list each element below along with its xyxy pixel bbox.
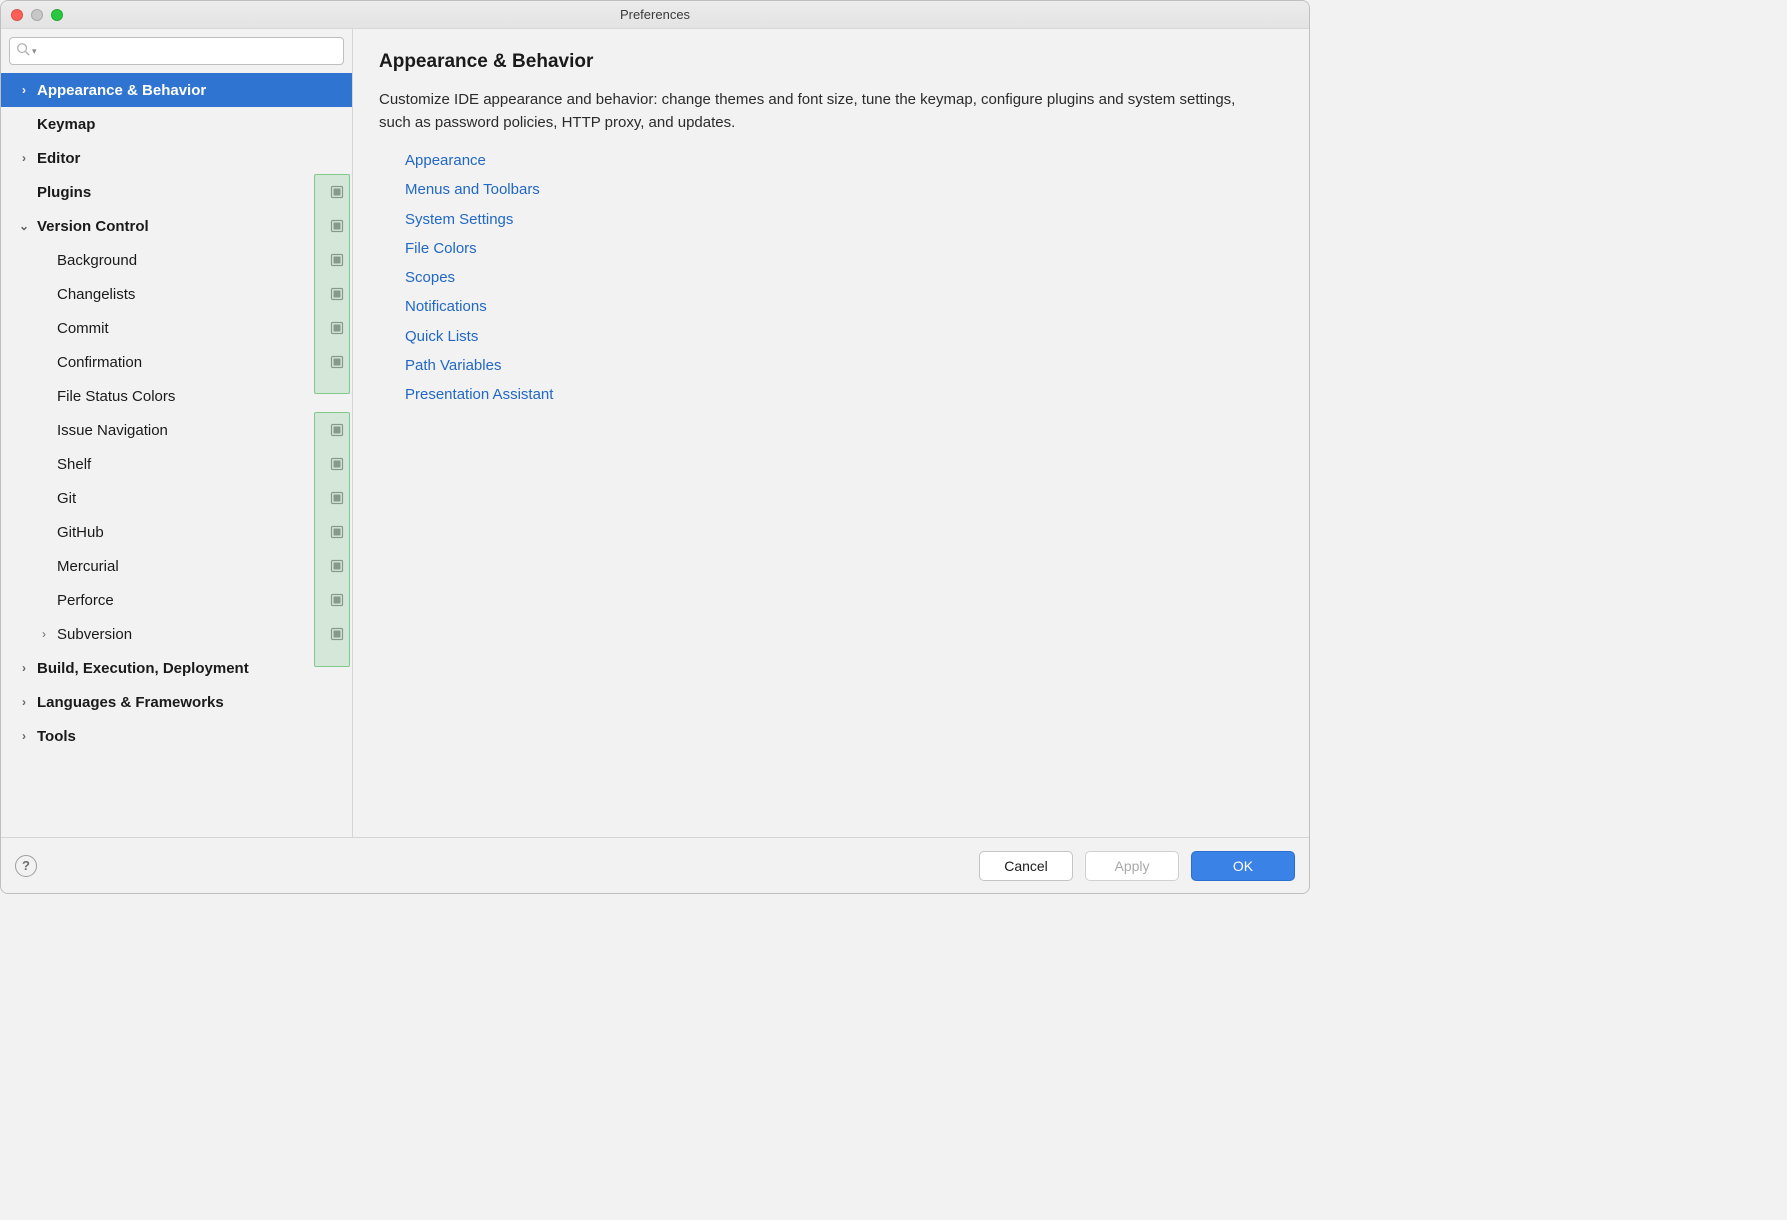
chevron-right-icon: ›: [17, 83, 31, 97]
help-icon[interactable]: ?: [15, 855, 37, 877]
page-description: Customize IDE appearance and behavior: c…: [379, 89, 1239, 134]
project-scope-icon: [330, 559, 344, 573]
tree-item[interactable]: ·Confirmation: [1, 345, 352, 379]
subpage-link[interactable]: Menus and Toolbars: [405, 175, 1283, 204]
chevron-right-icon: ›: [17, 695, 31, 709]
tree-item-label: Keymap: [37, 116, 344, 133]
chevron-right-icon: ›: [17, 729, 31, 743]
tree-item-label: Languages & Frameworks: [37, 694, 344, 711]
tree-item[interactable]: ·Perforce: [1, 583, 352, 617]
tree-item-label: Confirmation: [57, 354, 324, 371]
tree-item-label: Mercurial: [57, 558, 324, 575]
tree-item-label: Editor: [37, 150, 344, 167]
tree-item[interactable]: ·Issue Navigation: [1, 413, 352, 447]
tree-item-label: Version Control: [37, 218, 324, 235]
chevron-right-icon: ›: [17, 151, 31, 165]
maximize-icon[interactable]: [51, 9, 63, 21]
body: ▾ › Appearance & Behavior ·Keymap › Editor ·P…: [1, 29, 1309, 837]
tree-item[interactable]: ·Plugins: [1, 175, 352, 209]
tree-item-label: Tools: [37, 728, 344, 745]
tree-item[interactable]: ·Commit: [1, 311, 352, 345]
tree-item[interactable]: ·Background: [1, 243, 352, 277]
chevron-down-icon: ⌄: [17, 219, 31, 233]
titlebar: Preferences: [1, 1, 1309, 29]
tree-item-label: Perforce: [57, 592, 324, 609]
tree-item-label: Build, Execution, Deployment: [37, 660, 344, 677]
main-panel: Appearance & Behavior Customize IDE appe…: [353, 29, 1309, 837]
minimize-icon[interactable]: [31, 9, 43, 21]
ok-button[interactable]: OK: [1191, 851, 1295, 881]
project-scope-icon: [330, 253, 344, 267]
tree-item[interactable]: › Tools: [1, 719, 352, 753]
tree-item[interactable]: › Subversion: [1, 617, 352, 651]
tree-item[interactable]: ·File Status Colors: [1, 379, 352, 413]
project-scope-icon: [330, 219, 344, 233]
tree-item-label: Git: [57, 490, 324, 507]
project-scope-icon: [330, 321, 344, 335]
project-scope-icon: [330, 457, 344, 471]
subpage-link[interactable]: System Settings: [405, 205, 1283, 234]
project-scope-icon: [330, 287, 344, 301]
subpage-link[interactable]: Quick Lists: [405, 322, 1283, 351]
project-scope-icon: [330, 185, 344, 199]
cancel-button[interactable]: Cancel: [979, 851, 1073, 881]
tree-item[interactable]: ·Mercurial: [1, 549, 352, 583]
tree-item[interactable]: ·Git: [1, 481, 352, 515]
tree-item[interactable]: › Appearance & Behavior: [1, 73, 352, 107]
project-scope-icon: [330, 423, 344, 437]
tree-item-label: File Status Colors: [57, 388, 344, 405]
subpage-link[interactable]: Notifications: [405, 292, 1283, 321]
project-scope-icon: [330, 593, 344, 607]
tree-item[interactable]: ·Keymap: [1, 107, 352, 141]
tree-item[interactable]: › Languages & Frameworks: [1, 685, 352, 719]
tree-item-label: Subversion: [57, 626, 324, 643]
subpage-link[interactable]: Appearance: [405, 146, 1283, 175]
tree-item[interactable]: ·Changelists: [1, 277, 352, 311]
project-scope-icon: [330, 525, 344, 539]
subpage-link[interactable]: File Colors: [405, 234, 1283, 263]
tree-item[interactable]: ·GitHub: [1, 515, 352, 549]
sidebar: ▾ › Appearance & Behavior ·Keymap › Editor ·P…: [1, 29, 353, 837]
project-scope-icon: [330, 491, 344, 505]
tree-item-label: Background: [57, 252, 324, 269]
chevron-right-icon: ›: [17, 661, 31, 675]
tree-item-label: Plugins: [37, 184, 324, 201]
tree-item[interactable]: › Editor: [1, 141, 352, 175]
subpage-links: AppearanceMenus and ToolbarsSystem Setti…: [405, 146, 1283, 409]
tree-item-label: Shelf: [57, 456, 324, 473]
subpage-link[interactable]: Path Variables: [405, 351, 1283, 380]
tree-item-label: GitHub: [57, 524, 324, 541]
footer: ? Cancel Apply OK: [1, 837, 1309, 893]
preferences-window: Preferences ▾ › Appearance & Behavior ·Key…: [0, 0, 1310, 894]
project-scope-icon: [330, 355, 344, 369]
subpage-link[interactable]: Scopes: [405, 263, 1283, 292]
close-icon[interactable]: [11, 9, 23, 21]
tree-item-label: Commit: [57, 320, 324, 337]
window-title: Preferences: [1, 7, 1309, 22]
tree-item-label: Changelists: [57, 286, 324, 303]
search-dropdown-icon[interactable]: ▾: [32, 46, 37, 57]
tree-item-label: Appearance & Behavior: [37, 82, 344, 99]
tree-item[interactable]: › Build, Execution, Deployment: [1, 651, 352, 685]
subpage-link[interactable]: Presentation Assistant: [405, 380, 1283, 409]
tree-item-label: Issue Navigation: [57, 422, 324, 439]
settings-tree: › Appearance & Behavior ·Keymap › Editor ·Plu…: [1, 73, 352, 837]
apply-button: Apply: [1085, 851, 1179, 881]
search-icon: [16, 42, 30, 61]
tree-item[interactable]: ·Shelf: [1, 447, 352, 481]
tree-item[interactable]: ⌄ Version Control: [1, 209, 352, 243]
chevron-right-icon: ›: [37, 627, 51, 641]
project-scope-icon: [330, 627, 344, 641]
window-controls: [1, 9, 63, 21]
page-title: Appearance & Behavior: [379, 51, 1283, 73]
search-input[interactable]: [43, 44, 337, 59]
search-field[interactable]: ▾: [9, 37, 344, 65]
